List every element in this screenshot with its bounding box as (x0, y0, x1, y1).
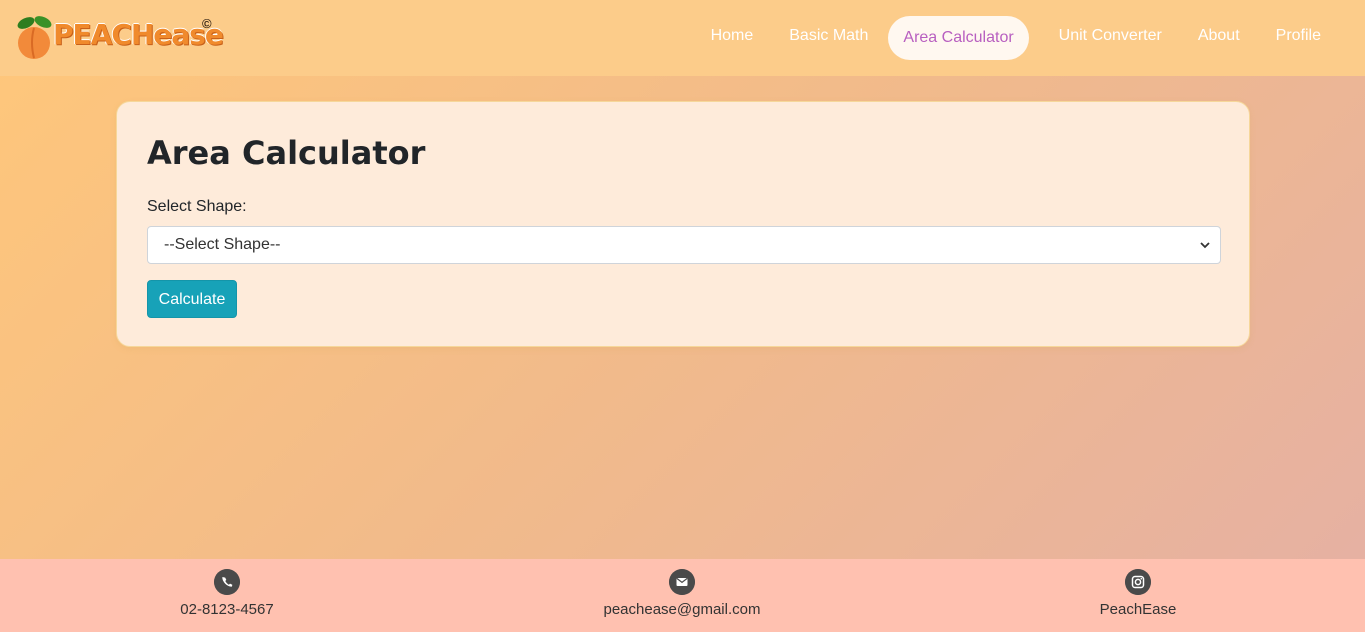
shape-select[interactable]: --Select Shape-- (147, 226, 1221, 264)
nav-about[interactable]: About (1182, 16, 1256, 60)
peach-icon (17, 16, 52, 59)
chevron-down-icon (1200, 242, 1210, 249)
nav-profile[interactable]: Profile (1260, 16, 1337, 60)
instagram-icon[interactable] (1125, 569, 1151, 595)
page-title: Area Calculator (147, 134, 426, 172)
shape-label: Select Shape: (147, 198, 247, 215)
footer: 02-8123-4567 peachease@gmail.com PeachEa… (0, 559, 1365, 632)
phone-icon[interactable] (214, 569, 240, 595)
nav-home[interactable]: Home (695, 16, 770, 60)
instagram-handle: PeachEase (1099, 601, 1177, 618)
mail-icon[interactable] (669, 569, 695, 595)
nav-area-calculator[interactable]: Area Calculator (888, 16, 1029, 60)
footer-phone: 02-8123-4567 (97, 569, 357, 618)
calculate-button[interactable]: Calculate (147, 280, 237, 318)
brand-logo[interactable]: PEACHease © (16, 14, 224, 60)
phone-number: 02-8123-4567 (180, 601, 274, 618)
navbar: PEACHease © Home Basic Math Area Calcula… (0, 0, 1365, 76)
brand-name: PEACHease (53, 18, 224, 51)
main-nav: Home Basic Math Area Calculator Unit Con… (697, 16, 1337, 60)
shape-select-value: --Select Shape-- (164, 236, 281, 253)
copyright-mark: © (202, 16, 212, 31)
footer-email: peachease@gmail.com (552, 569, 812, 618)
nav-basic-math[interactable]: Basic Math (773, 16, 884, 60)
area-calculator-card: Area Calculator Select Shape: --Select S… (116, 101, 1250, 347)
footer-instagram: PeachEase (1008, 569, 1268, 618)
nav-unit-converter[interactable]: Unit Converter (1043, 16, 1178, 60)
email-address: peachease@gmail.com (603, 601, 761, 618)
